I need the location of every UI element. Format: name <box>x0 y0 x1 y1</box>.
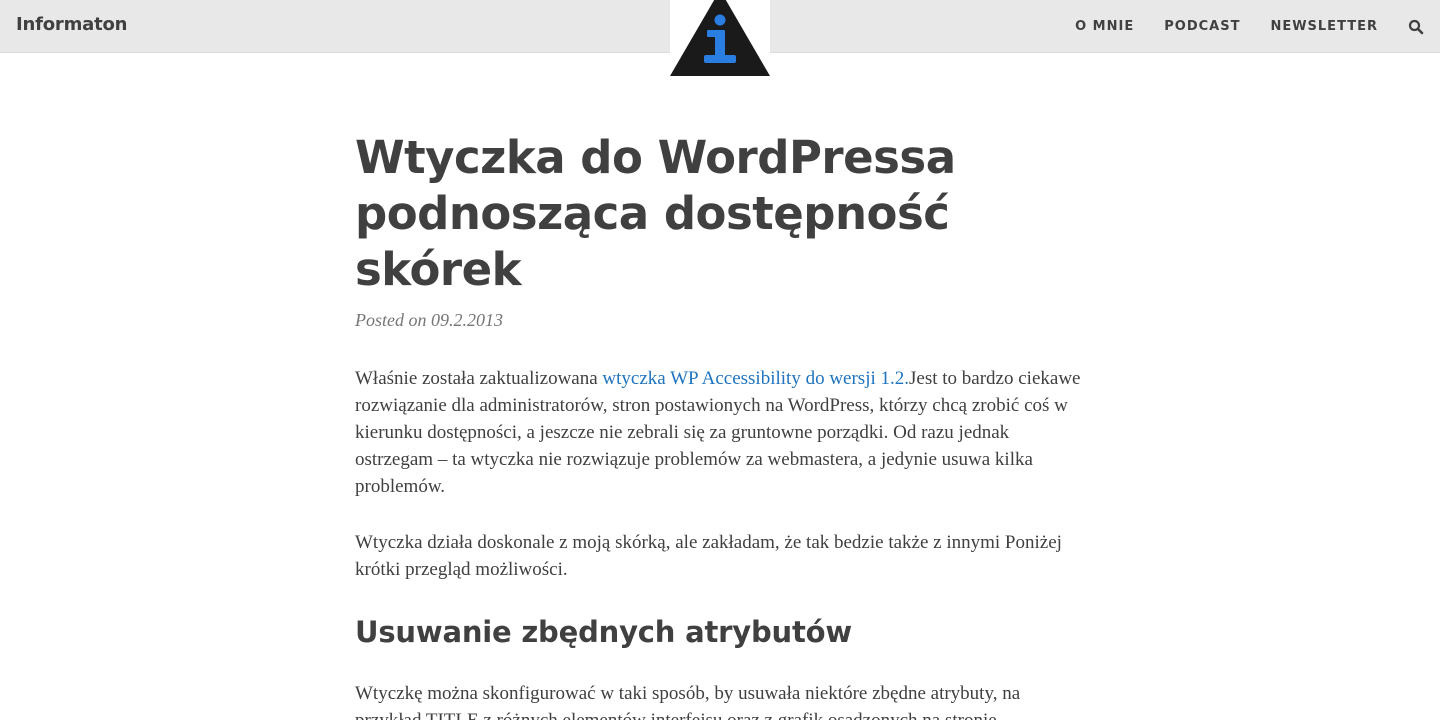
paragraph-intro: Właśnie została zaktualizowana wtyczka W… <box>355 365 1085 500</box>
wp-accessibility-link[interactable]: wtyczka WP Accessibility do wersji 1.2. <box>602 368 909 389</box>
post-date-link[interactable]: 09.2.2013 <box>431 310 503 330</box>
nav-item-about[interactable]: O MNIE <box>1075 19 1134 34</box>
search-icon[interactable] <box>1408 19 1424 35</box>
info-triangle-logo-icon <box>670 0 770 76</box>
section-heading: Usuwanie zbędnych atrybutów <box>355 615 852 649</box>
paragraph-attributes: Wtyczkę można skonfigurować w taki sposó… <box>355 683 1021 720</box>
paragraph-compat: Wtyczka działa doskonale z moją skórką, … <box>355 532 1062 580</box>
post-meta-prefix: Posted on <box>355 310 427 330</box>
main-nav: O MNIE PODCAST NEWSLETTER <box>1045 0 1440 53</box>
nav-item-newsletter[interactable]: NEWSLETTER <box>1270 19 1378 34</box>
page-title: Wtyczka do WordPressa podnosząca dostępn… <box>355 131 956 296</box>
post-meta: Posted on 09.2.2013 <box>355 310 1085 331</box>
paragraph-intro-start: Właśnie została zaktualizowana <box>355 368 603 389</box>
post-content: Wtyczka do WordPressa podnosząca dostępn… <box>355 130 1085 720</box>
site-title-link[interactable]: Informaton <box>16 14 127 35</box>
nav-item-podcast[interactable]: PODCAST <box>1164 19 1240 34</box>
info-triangle-logo[interactable] <box>670 0 770 76</box>
